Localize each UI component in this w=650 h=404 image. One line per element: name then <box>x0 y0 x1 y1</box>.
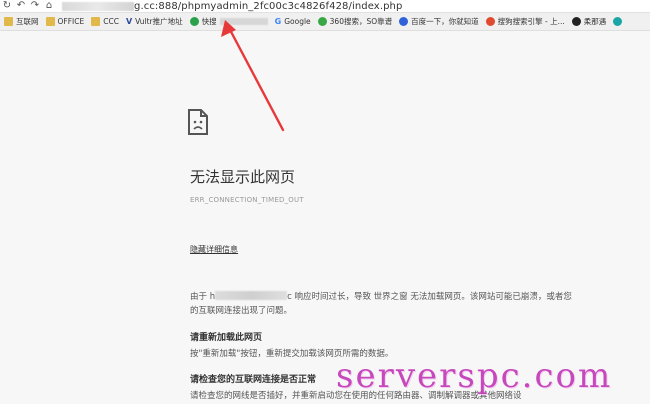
watermark-text: serverspc.com <box>336 356 613 396</box>
annotation-arrow <box>221 20 285 132</box>
